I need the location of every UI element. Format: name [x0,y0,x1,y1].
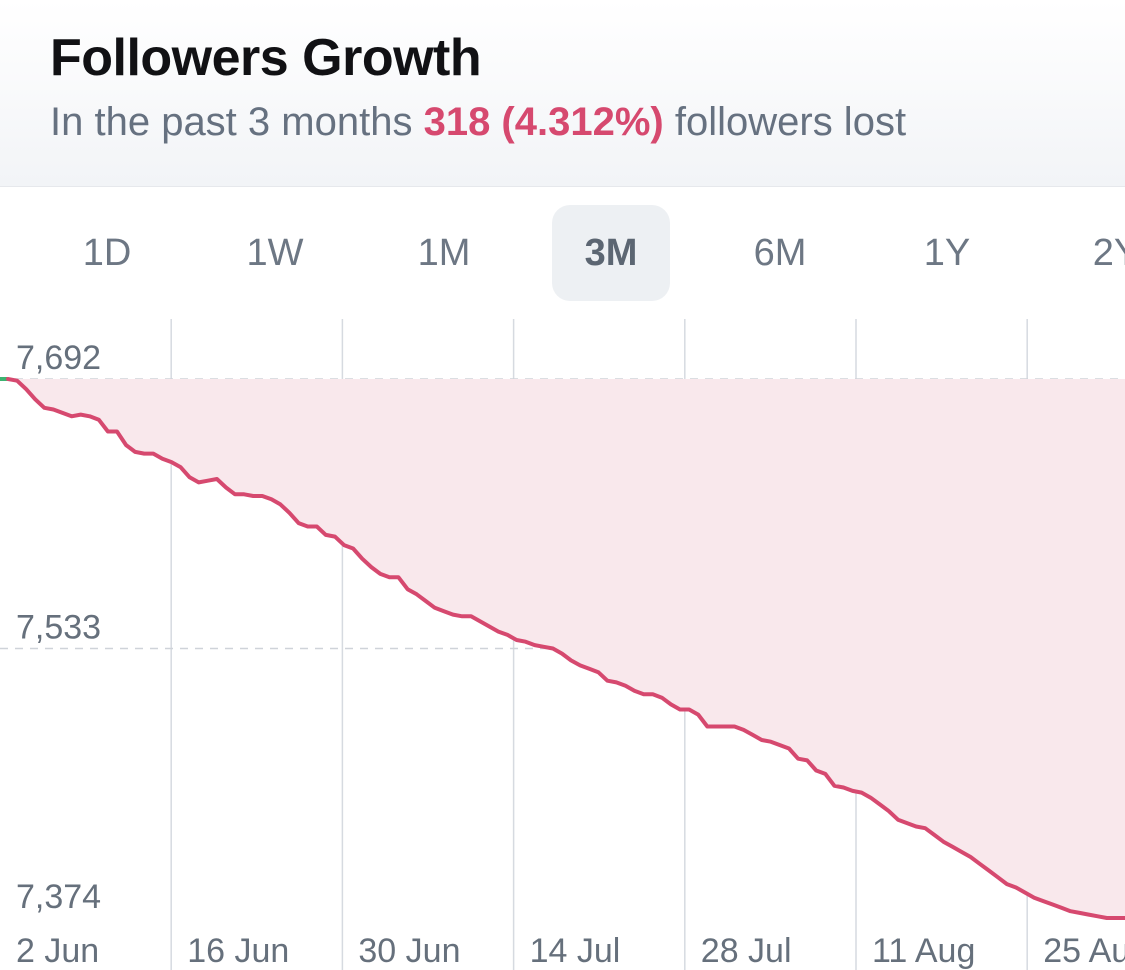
tab-6m[interactable]: 6M [721,205,839,301]
tab-2y[interactable]: 2Y [1057,205,1125,301]
followers-line [6,377,1125,920]
followers-change-value: 318 (4.312%) [423,100,664,144]
tab-1m[interactable]: 1M [385,205,503,301]
tab-3m[interactable]: 3M [552,205,670,301]
y-tick-label: 7,374 [16,878,101,916]
x-tick-label: 25 Aug [1043,932,1125,970]
subtitle-suffix: followers lost [674,100,907,144]
subtitle-prefix: In the past 3 months [50,100,413,144]
time-range-tabs: 1D 1W 1M 3M 6M 1Y 2Y [0,205,1125,301]
x-tick-label: 28 Jul [701,932,792,970]
tab-1d[interactable]: 1D [48,205,166,301]
x-tick-label: 16 Jun [187,932,289,970]
loss-area-fill [8,379,1125,918]
tab-1y[interactable]: 1Y [888,205,1006,301]
x-tick-label: 30 Jun [358,932,460,970]
chart-title: Followers Growth [50,29,482,87]
y-tick-label: 7,692 [16,339,101,377]
chart-header: Followers Growth In the past 3 months 31… [0,0,1125,187]
y-tick-label: 7,533 [16,609,101,647]
x-tick-label: 14 Jul [530,932,621,970]
chart-subtitle: In the past 3 months 318 (4.312%) follow… [50,100,906,145]
x-tick-label: 11 Aug [872,932,975,970]
tab-1w[interactable]: 1W [216,205,334,301]
x-tick-label: 2 Jun [16,932,99,970]
